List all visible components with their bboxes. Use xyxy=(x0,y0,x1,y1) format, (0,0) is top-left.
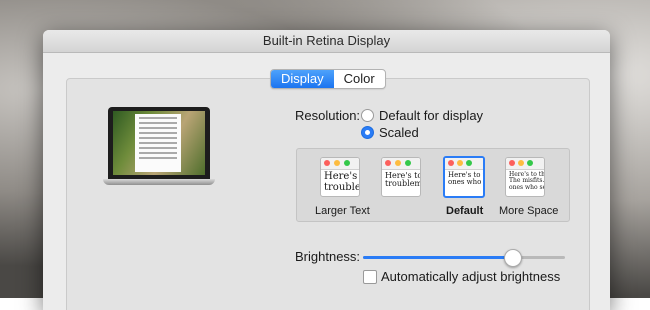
radio-default-label[interactable]: Default for display xyxy=(379,108,483,123)
radio-default-for-display[interactable] xyxy=(361,109,374,122)
yellow-dot-icon xyxy=(457,160,463,166)
radio-scaled[interactable] xyxy=(361,126,374,139)
red-dot-icon xyxy=(324,160,330,166)
display-preferences-window: Built-in Retina Display Display Color Re… xyxy=(43,30,610,310)
brightness-slider[interactable] xyxy=(363,249,565,267)
radio-scaled-label[interactable]: Scaled xyxy=(379,125,419,140)
scale-option-more-space[interactable]: Here's to the cra The misfits. The ones … xyxy=(505,157,545,197)
yellow-dot-icon xyxy=(334,160,340,166)
brightness-slider-fill xyxy=(363,256,512,259)
auto-brightness-checkbox[interactable] xyxy=(363,270,377,284)
window-title: Built-in Retina Display xyxy=(43,30,610,53)
green-dot-icon xyxy=(344,160,350,166)
thumb-text: ones who see thi xyxy=(509,183,544,191)
laptop-base xyxy=(103,179,215,185)
red-dot-icon xyxy=(448,160,454,166)
thumb-text: troublem xyxy=(324,181,359,193)
laptop-illustration xyxy=(103,107,215,187)
thumb-text: Here's to xyxy=(324,171,359,182)
tab-display[interactable]: Display xyxy=(271,70,334,88)
green-dot-icon xyxy=(466,160,472,166)
green-dot-icon xyxy=(405,160,411,166)
caption-default: Default xyxy=(446,205,484,217)
thumb-text: troublemake xyxy=(385,179,421,189)
red-dot-icon xyxy=(385,160,391,166)
tab-color[interactable]: Color xyxy=(334,70,385,88)
yellow-dot-icon xyxy=(395,160,401,166)
caption-more-space: More Space xyxy=(499,205,559,217)
scaling-options: Here's to troublem Here's to the trouble… xyxy=(296,148,570,222)
auto-brightness-label[interactable]: Automatically adjust brightness xyxy=(381,269,560,284)
scale-option-medium[interactable]: Here's to the troublemake xyxy=(381,157,421,197)
red-dot-icon xyxy=(509,160,515,166)
brightness-label: Brightness: xyxy=(295,249,361,264)
tab-bar: Display Color xyxy=(270,69,386,89)
scale-option-larger-text[interactable]: Here's to troublem xyxy=(320,157,360,197)
green-dot-icon xyxy=(527,160,533,166)
yellow-dot-icon xyxy=(518,160,524,166)
caption-larger-text: Larger Text xyxy=(315,205,370,217)
thumb-text: ones who see t xyxy=(448,178,483,187)
resolution-label: Resolution: xyxy=(295,108,361,123)
brightness-slider-knob[interactable] xyxy=(504,249,522,267)
scale-option-default[interactable]: Here's to the c ones who see t xyxy=(443,156,485,198)
screen-document-preview xyxy=(135,114,181,172)
